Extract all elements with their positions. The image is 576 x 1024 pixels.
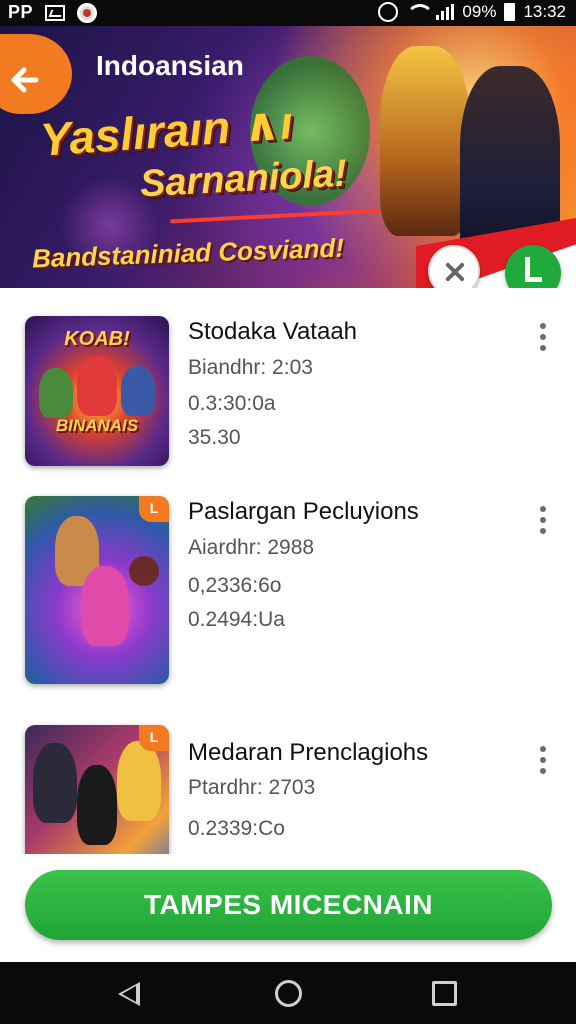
thumbnail-badge: L bbox=[139, 725, 169, 751]
list-item[interactable]: L Paslargan Pecluyions Aiardhr: 2988 0,2… bbox=[0, 496, 576, 684]
game-thumbnail[interactable]: L bbox=[25, 725, 169, 854]
status-bar: PP 09% 13:32 bbox=[0, 0, 576, 26]
nav-home-icon[interactable] bbox=[275, 980, 302, 1007]
game-meta-2: 0.3:30:0a bbox=[188, 392, 276, 415]
banner-art-hero-gold bbox=[380, 46, 470, 236]
notification-circle-icon bbox=[77, 2, 98, 23]
thumbnail-character bbox=[77, 765, 117, 845]
thumbnail-character bbox=[77, 356, 117, 416]
thumbnail-character bbox=[33, 743, 77, 823]
game-thumbnail[interactable]: L bbox=[25, 496, 169, 684]
status-left: PP bbox=[8, 2, 98, 23]
game-list: KOAB! BINANAIS Stodaka Vataah Biandhr: 2… bbox=[0, 288, 576, 854]
status-left-text: PP bbox=[8, 2, 34, 22]
banner-title-underline bbox=[170, 208, 380, 224]
primary-cta-button[interactable]: TAMPES MICECNAIN bbox=[25, 870, 552, 940]
thumbnail-text-bottom: BINANAIS bbox=[55, 416, 139, 435]
kebab-menu-icon[interactable] bbox=[538, 323, 548, 351]
battery-icon bbox=[504, 3, 516, 21]
back-button[interactable] bbox=[0, 34, 72, 114]
wifi-icon bbox=[406, 4, 435, 20]
signal-icon bbox=[436, 4, 455, 20]
list-item[interactable]: L Medaran Prenclagiohs Ptardhr: 2703 0.2… bbox=[0, 725, 576, 854]
game-meta-1: Aiardhr: 2988 bbox=[188, 536, 315, 559]
game-thumbnail[interactable]: KOAB! BINANAIS bbox=[25, 316, 169, 466]
game-meta-2: 0,2336:6o bbox=[188, 574, 282, 597]
header-banner: Indoansian Yaslıraın ∧ı Sarnaniola! Band… bbox=[0, 26, 576, 288]
nav-recents-icon[interactable] bbox=[432, 981, 457, 1006]
game-title[interactable]: Medaran Prenclagiohs bbox=[188, 739, 428, 767]
nav-back-icon[interactable] bbox=[118, 982, 140, 1006]
kebab-menu-icon[interactable] bbox=[538, 506, 548, 534]
game-title[interactable]: Stodaka Vataah bbox=[188, 318, 357, 346]
kebab-menu-icon[interactable] bbox=[538, 746, 548, 774]
list-item[interactable]: KOAB! BINANAIS Stodaka Vataah Biandhr: 2… bbox=[0, 316, 576, 466]
arrow-left-icon bbox=[11, 67, 39, 93]
game-meta-3: 0.2494:Ua bbox=[188, 608, 285, 631]
game-meta-1: Biandhr: 2:03 bbox=[188, 356, 313, 379]
cta-area: TAMPES MICECNAIN bbox=[0, 854, 576, 962]
thumbnail-text-top: KOAB! bbox=[64, 328, 130, 350]
battery-percent: 09% bbox=[462, 2, 497, 21]
game-meta-1: Ptardhr: 2703 bbox=[188, 776, 316, 799]
game-meta-3: 35.30 bbox=[188, 426, 241, 449]
thumbnail-badge: L bbox=[139, 496, 169, 522]
close-icon[interactable] bbox=[428, 245, 480, 288]
thumbnail-character bbox=[129, 556, 159, 586]
thumbnail-character bbox=[121, 366, 155, 416]
thumbnail-character bbox=[81, 566, 129, 646]
alarm-icon bbox=[378, 2, 399, 22]
thumbnail-character bbox=[117, 741, 161, 821]
image-icon bbox=[45, 4, 66, 21]
status-right: 09% 13:32 bbox=[378, 2, 566, 22]
game-title[interactable]: Paslargan Pecluyions bbox=[188, 498, 419, 526]
system-nav-bar bbox=[0, 962, 576, 1024]
page-title: Indoansian bbox=[96, 50, 244, 81]
game-meta-2: 0.2339:Co bbox=[188, 817, 285, 840]
thumbnail-character bbox=[39, 368, 73, 418]
status-time: 13:32 bbox=[523, 2, 566, 21]
